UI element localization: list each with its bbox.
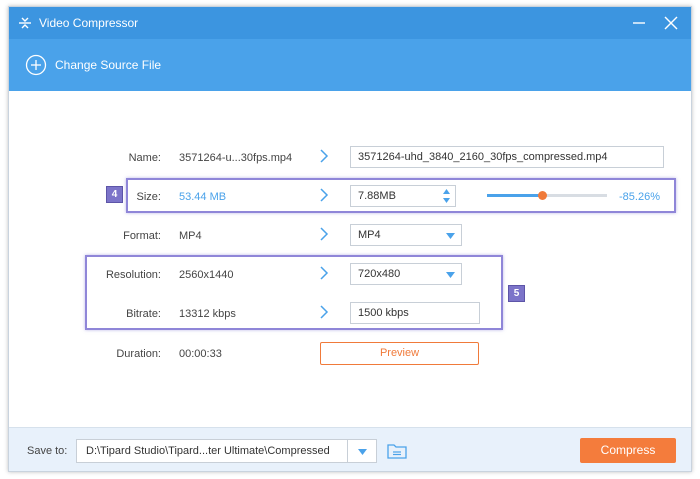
step-badge-4: 4 bbox=[106, 186, 123, 203]
format-label: Format: bbox=[123, 230, 161, 242]
size-row-highlight bbox=[126, 178, 676, 213]
source-format-value: MP4 bbox=[179, 230, 202, 242]
toolbar: Change Source File bbox=[9, 39, 691, 91]
resolution-bitrate-highlight bbox=[85, 255, 503, 330]
output-name-value: 3571264-uhd_3840_2160_30fps_compressed.m… bbox=[358, 151, 608, 163]
title-bar: Video Compressor bbox=[9, 7, 691, 39]
compress-settings-panel: Name: 3571264-u...30fps.mp4 3571264-uhd_… bbox=[9, 91, 691, 427]
source-duration-value: 00:00:33 bbox=[179, 348, 222, 360]
save-path-value: D:\Tipard Studio\Tipard...ter Ultimate\C… bbox=[86, 445, 330, 457]
minimize-button[interactable] bbox=[629, 13, 649, 33]
footer-bar: Save to: D:\Tipard Studio\Tipard...ter U… bbox=[9, 427, 691, 471]
source-name-value: 3571264-u...30fps.mp4 bbox=[179, 152, 293, 164]
save-path-select[interactable]: D:\Tipard Studio\Tipard...ter Ultimate\C… bbox=[76, 439, 348, 463]
compress-button[interactable]: Compress bbox=[580, 438, 676, 463]
chevron-down-icon bbox=[446, 233, 455, 239]
video-compressor-window: Video Compressor Change Source File Name… bbox=[8, 6, 692, 472]
save-to-label: Save to: bbox=[27, 445, 68, 457]
duration-label: Duration: bbox=[116, 348, 161, 360]
open-folder-icon[interactable] bbox=[386, 441, 408, 461]
compress-app-icon bbox=[19, 17, 31, 29]
output-format-value: MP4 bbox=[358, 229, 381, 241]
close-button[interactable] bbox=[661, 13, 681, 33]
chevron-right-icon bbox=[320, 149, 329, 163]
output-format-select[interactable]: MP4 bbox=[350, 224, 462, 246]
change-source-file-button[interactable]: Change Source File bbox=[25, 53, 161, 77]
plus-circle-icon bbox=[25, 54, 47, 76]
window-title: Video Compressor bbox=[39, 16, 139, 30]
chevron-right-icon bbox=[320, 227, 329, 241]
step-badge-5: 5 bbox=[508, 285, 525, 302]
save-path-dropdown-button[interactable] bbox=[348, 439, 377, 463]
preview-button[interactable]: Preview bbox=[320, 342, 479, 365]
chevron-down-icon bbox=[358, 449, 367, 455]
name-label: Name: bbox=[128, 152, 161, 164]
output-name-input[interactable]: 3571264-uhd_3840_2160_30fps_compressed.m… bbox=[350, 146, 664, 168]
change-source-label: Change Source File bbox=[55, 58, 162, 72]
